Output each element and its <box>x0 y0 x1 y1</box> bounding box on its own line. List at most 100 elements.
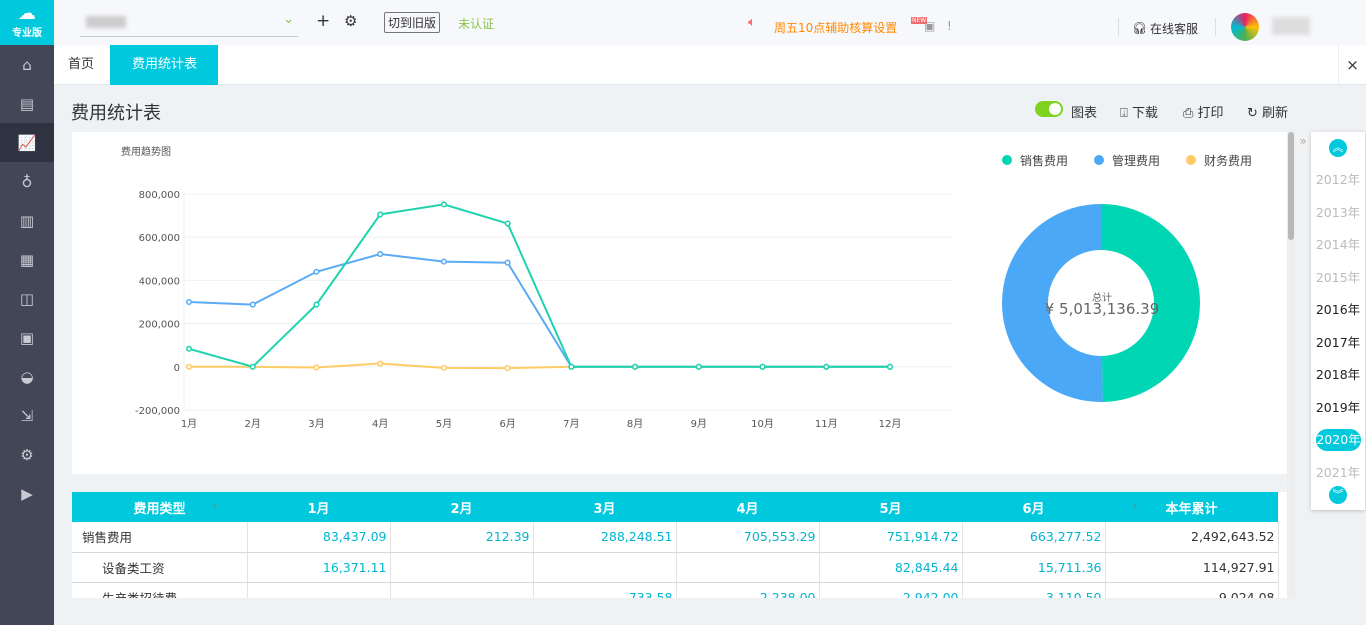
switch-old-version-button[interactable]: 切到旧版 <box>384 12 441 33</box>
cell-value: 2,492,643.52 <box>1105 522 1279 553</box>
year-item[interactable]: 2015年 <box>1311 267 1365 289</box>
account-set-select[interactable]: ⌄ <box>80 12 298 37</box>
data-point <box>568 363 575 370</box>
chart-toggle[interactable] <box>1035 101 1063 117</box>
column-header: 6月 <box>962 492 1105 522</box>
prev-months-arrow[interactable]: ‹ <box>212 498 218 514</box>
cell-value: 114,927.91 <box>1105 552 1279 583</box>
tv-icon[interactable]: ▣ <box>924 19 935 33</box>
data-point <box>440 364 447 371</box>
settings-icon[interactable]: ⚙ <box>0 435 54 474</box>
scrollbar[interactable] <box>1287 132 1295 598</box>
speaker-icon: 🔈︎ <box>748 15 756 30</box>
add-icon[interactable]: + <box>316 11 330 31</box>
year-item[interactable]: 2018年 <box>1311 364 1365 386</box>
building-icon[interactable]: ▥ <box>0 201 54 240</box>
y-tick-label: 800,000 <box>139 190 180 201</box>
print-label: 打印 <box>1197 106 1224 121</box>
legend-item[interactable]: 销售费用 <box>1002 152 1068 169</box>
download-label: 下载 <box>1131 106 1158 121</box>
year-item[interactable]: 2014年 <box>1311 234 1365 256</box>
data-point <box>886 363 894 370</box>
tab-expense-stats[interactable]: 费用统计表 × <box>110 45 218 112</box>
export-icon[interactable]: ⇲ <box>0 396 54 435</box>
data-point <box>313 301 320 308</box>
collapse-panel-icon[interactable]: » <box>1295 134 1311 156</box>
data-point <box>249 301 256 308</box>
cell-value: 2,942.00 <box>819 582 963 598</box>
notice-link[interactable]: 周五10点辅助核算设置 <box>774 19 897 36</box>
column-header: 4月 <box>676 492 819 522</box>
invoice-icon[interactable]: ▤ <box>0 84 54 123</box>
line-chart-title: 费用趋势图 <box>121 147 171 158</box>
year-item[interactable]: 2016年 <box>1311 299 1365 321</box>
headset-icon: 🎧︎ <box>1132 21 1148 35</box>
x-tick-label: 10月 <box>751 418 774 430</box>
logo-label: 专业版 <box>12 28 42 39</box>
chart-card: 800,000 600,000 400,000 200,000 0 -200,000 1月 2… <box>72 132 1287 474</box>
y-tick-label: 600,000 <box>139 233 180 244</box>
dashboard-icon[interactable]: ▣ <box>0 318 54 357</box>
avatar[interactable] <box>1231 13 1259 41</box>
year-selector: ︽ 2012年 2013年 2014年 2015年 2016年 2017年 2018年 201… <box>1311 132 1365 510</box>
year-item[interactable]: 2019年 <box>1311 397 1365 419</box>
report-icon[interactable]: ▦ <box>0 240 54 279</box>
scroll-up-icon[interactable]: ︽ <box>1329 139 1347 157</box>
data-point <box>632 363 639 370</box>
data-point <box>249 363 256 370</box>
refresh-button[interactable]: ↻ 刷新 <box>1247 102 1288 121</box>
x-tick-label: 7月 <box>563 418 579 430</box>
column-header: 2月 <box>390 492 533 522</box>
data-point <box>185 345 193 352</box>
refresh-label: 刷新 <box>1262 106 1289 121</box>
money-bag-icon[interactable]: ♁ <box>0 162 54 201</box>
cell-value <box>533 552 677 583</box>
column-header: 5月 <box>819 492 962 522</box>
cell-value: 16,371.11 <box>247 552 391 583</box>
video-icon[interactable]: ▶ <box>0 474 54 513</box>
data-point <box>377 360 384 367</box>
data-point <box>185 298 193 306</box>
close-all-tabs-button[interactable]: × <box>1338 45 1366 85</box>
legend-dot <box>1186 155 1197 165</box>
next-months-arrow[interactable]: › <box>1132 498 1138 514</box>
data-point <box>440 258 447 265</box>
year-item[interactable]: 2020年 <box>1316 429 1361 451</box>
data-point <box>440 201 447 208</box>
cashier-icon[interactable]: ◫ <box>0 279 54 318</box>
top-bar: ⌄ + ⚙ 切到旧版 未认证 🔈︎ 周五10点辅助核算设置 NEW ▣ ! 🎧︎… <box>54 0 1366 45</box>
cell-value: 733.58 <box>533 582 677 598</box>
year-item[interactable]: 2013年 <box>1311 202 1365 224</box>
x-tick-label: 12月 <box>879 418 902 430</box>
legend-item[interactable]: 管理费用 <box>1094 152 1160 169</box>
download-button[interactable]: ⍗ 下载 <box>1120 102 1158 121</box>
cell-value <box>676 552 820 583</box>
year-item[interactable]: 2021年 <box>1311 462 1365 484</box>
x-tick-label: 11月 <box>815 418 838 430</box>
scroll-down-icon[interactable]: ︾ <box>1329 486 1347 504</box>
online-support-link[interactable]: 在线客服 <box>1150 20 1198 37</box>
home-icon[interactable]: ⌂ <box>0 45 54 84</box>
data-point <box>695 363 702 370</box>
chart-icon[interactable]: 📈 <box>0 123 54 162</box>
data-point <box>377 211 384 218</box>
sidebar: ☁ 专业版 ⌂ ▤ 📈 ♁ ▥ ▦ ◫ ▣ ◒ ⇲ ⚙ ▶ <box>0 0 54 625</box>
print-button[interactable]: ⎙ 打印 <box>1183 102 1224 121</box>
unverified-link[interactable]: 未认证 <box>458 15 494 32</box>
gear-icon[interactable]: ⚙ <box>344 12 357 30</box>
cell-value: 2,238.00 <box>676 582 820 598</box>
tax-icon[interactable]: ◒ <box>0 357 54 396</box>
logo[interactable]: ☁ 专业版 <box>0 0 54 45</box>
data-point <box>823 363 830 370</box>
cell-value: 288,248.51 <box>533 522 677 553</box>
legend-item[interactable]: 财务费用 <box>1186 152 1252 169</box>
table-row[interactable]: 生产类招待费 733.58 2,238.00 2,942.00 3,110.50 9,02… <box>72 582 1279 598</box>
year-item[interactable]: 2017年 <box>1311 332 1365 354</box>
table-row[interactable]: 销售费用 83,437.09 212.39 288,248.51 705,553.29 7… <box>72 522 1279 553</box>
table-row[interactable]: 设备类工资 16,371.11 82,845.44 15,711.36 114,927.… <box>72 552 1279 583</box>
cell-value <box>247 582 391 598</box>
data-point <box>313 268 320 275</box>
tab-home[interactable]: 首页 <box>54 45 108 85</box>
year-item[interactable]: 2012年 <box>1311 169 1365 191</box>
cell-value: 83,437.09 <box>247 522 391 553</box>
